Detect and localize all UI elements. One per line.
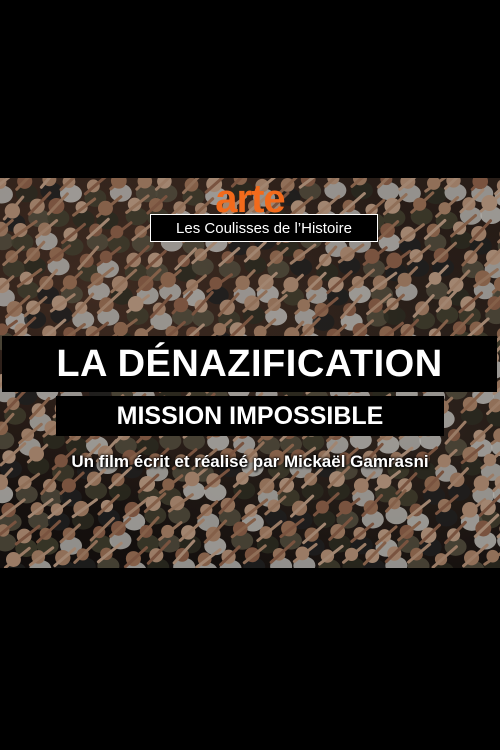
- poster: arte Les Coulisses de l’Histoire LA DÉNA…: [0, 0, 500, 750]
- title-banner: LA DÉNAZIFICATION: [2, 336, 497, 392]
- arte-logo: arte: [180, 177, 320, 221]
- page-title: LA DÉNAZIFICATION: [56, 342, 443, 385]
- subtitle-banner: MISSION IMPOSSIBLE: [56, 396, 444, 436]
- subtitle: MISSION IMPOSSIBLE: [116, 401, 384, 430]
- series-text: Les Coulisses de l’Histoire: [176, 219, 352, 237]
- arte-logo-text: arte: [215, 177, 285, 221]
- credit-line: Un film écrit et réalisé par Mickaël Gam…: [71, 452, 429, 471]
- series-label: Les Coulisses de l’Histoire: [150, 214, 378, 242]
